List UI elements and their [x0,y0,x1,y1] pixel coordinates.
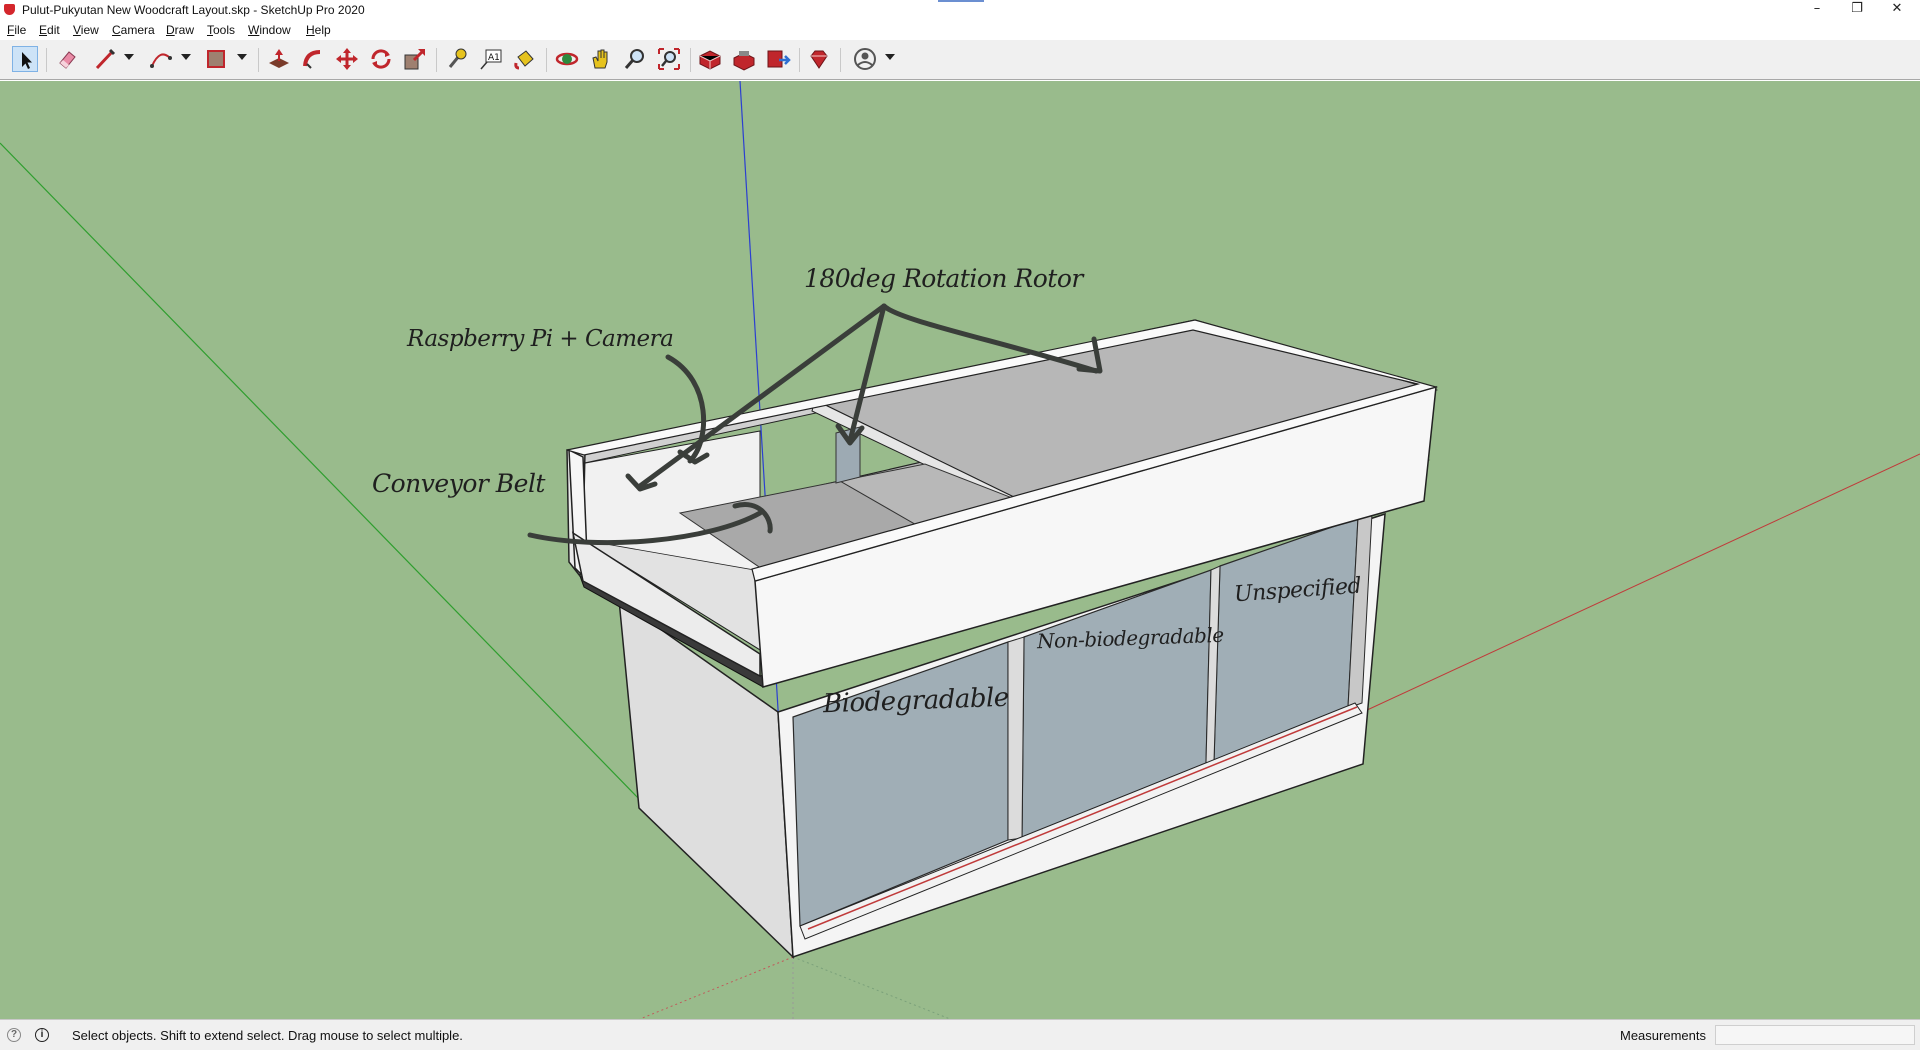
rotor-annotation: 180deg Rotation Rotor [804,264,1083,293]
layout-send-icon[interactable] [765,46,791,72]
orbit-tool-icon[interactable] [554,46,580,72]
zoom-extents-tool-icon[interactable] [656,46,682,72]
extension-warehouse-icon[interactable] [731,46,757,72]
toolbar-separator [258,48,259,72]
toolbar-separator [46,48,47,72]
toolbar: A1 [0,40,1920,80]
info-icon[interactable]: i [35,1028,49,1042]
toolbar-separator [799,48,800,72]
geo-location-icon[interactable]: ? [7,1028,21,1042]
extension-manager-icon[interactable] [806,46,832,72]
bin-divider [1007,636,1025,841]
status-message: Select objects. Shift to extend select. … [72,1028,463,1043]
close-button[interactable]: ✕ [1874,0,1920,20]
toolbar-separator [436,48,437,72]
model-viewport[interactable]: 180deg Rotation Rotor Raspberry Pi + Cam… [0,81,1920,1019]
pan-tool-icon[interactable] [588,46,614,72]
menu-bar: File Edit View Camera Draw Tools Window … [0,20,1920,40]
measurements-input[interactable] [1715,1025,1915,1045]
menu-edit[interactable]: Edit [39,23,60,37]
title-bar-accent [938,0,984,2]
sketchup-app-icon [4,4,15,15]
red-axis-line [1364,453,1920,712]
line-tool-icon[interactable] [92,46,118,72]
menu-view[interactable]: View [73,23,99,37]
svg-text:A1: A1 [488,53,500,63]
3d-warehouse-icon[interactable] [697,46,723,72]
tape-measure-tool-icon[interactable] [444,46,470,72]
title-bar: Pulut-Pukyutan New Woodcraft Layout.skp … [0,0,1920,20]
raspberry-pi-annotation: Raspberry Pi + Camera [407,326,674,352]
window-title: Pulut-Pukyutan New Woodcraft Layout.skp … [22,3,365,17]
select-tool-icon[interactable] [12,46,38,72]
conveyor-belt-annotation: Conveyor Belt [372,469,545,498]
rectangle-dropdown-chevron-down-icon[interactable] [237,54,247,60]
scale-tool-icon[interactable] [402,46,428,72]
arc-tool-icon[interactable] [148,46,174,72]
push-pull-tool-icon[interactable] [266,46,292,72]
eraser-tool-icon[interactable] [54,46,80,72]
red-axis-dotted [639,956,794,1019]
menu-tools[interactable]: Tools [207,23,235,37]
measurements-label: Measurements [1620,1028,1706,1043]
account-dropdown-chevron-down-icon[interactable] [885,54,895,60]
green-axis-dotted [792,956,951,1019]
zoom-tool-icon[interactable] [622,46,648,72]
menu-camera[interactable]: Camera [112,23,155,37]
line-dropdown-chevron-down-icon[interactable] [124,54,134,60]
follow-me-tool-icon[interactable] [300,46,326,72]
move-tool-icon[interactable] [334,46,360,72]
toolbar-separator [546,48,547,72]
toolbar-separator [690,48,691,72]
model-scene [0,81,1920,1019]
menu-help[interactable]: Help [306,23,331,37]
arc-dropdown-chevron-down-icon[interactable] [181,54,191,60]
toolbar-separator [840,48,841,72]
menu-file[interactable]: File [7,23,26,37]
paint-bucket-tool-icon[interactable] [512,46,538,72]
rectangle-tool-icon[interactable] [203,46,229,72]
menu-window[interactable]: Window [248,23,291,37]
account-icon[interactable] [852,46,878,72]
status-bar: ? i Select objects. Shift to extend sele… [0,1019,1920,1050]
text-tool-icon[interactable]: A1 [478,46,504,72]
menu-draw[interactable]: Draw [166,23,194,37]
rotate-tool-icon[interactable] [368,46,394,72]
